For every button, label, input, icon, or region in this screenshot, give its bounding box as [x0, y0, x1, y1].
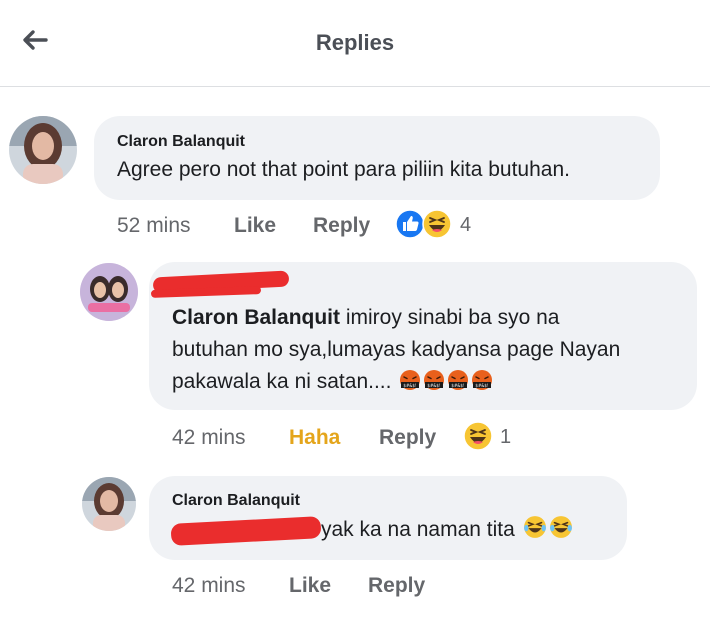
- emoji-label: $#&$!: [428, 383, 441, 388]
- reply-button[interactable]: Reply: [368, 574, 425, 598]
- comment-timestamp[interactable]: 42 mins: [172, 574, 246, 598]
- comment-text: Agree pero not that point para piliin ki…: [117, 158, 570, 181]
- comment-timestamp[interactable]: 52 mins: [117, 214, 191, 238]
- emoji-label: $#&$!: [404, 383, 417, 388]
- comment-bubble: Claron Balanquit imiroy sinabi ba syo na…: [149, 262, 697, 410]
- comment-timestamp[interactable]: 42 mins: [172, 426, 246, 450]
- reply-button[interactable]: Reply: [379, 426, 436, 450]
- cursing-emoji-icon: $#&$!: [472, 370, 493, 390]
- cursing-emoji-icon: $#&$!: [448, 370, 469, 390]
- comment-text: Claron Balanquit imiroy sinabi ba syo na: [172, 302, 559, 333]
- comment-author[interactable]: Claron Balanquit: [117, 133, 245, 151]
- haha-icon: [549, 516, 572, 538]
- comment-text-line: pakawala ka ni satan....: [172, 370, 392, 393]
- haha-button[interactable]: Haha: [289, 426, 340, 450]
- like-button[interactable]: Like: [234, 214, 276, 238]
- redaction-mark: [170, 516, 322, 546]
- cursing-emoji-icon: $#&$!: [424, 370, 445, 390]
- comment-text: yak ka na naman tita: [321, 514, 573, 545]
- comment-author[interactable]: Claron Balanquit: [172, 306, 340, 329]
- like-button[interactable]: Like: [289, 574, 331, 598]
- avatar[interactable]: [82, 477, 136, 531]
- replies-header: Replies: [0, 0, 710, 87]
- reaction-count[interactable]: 4: [460, 214, 471, 237]
- haha-icon: [422, 209, 452, 239]
- comment-text: pakawala ka ni satan.... $#&$! $#&$! $#&$!…: [172, 366, 493, 397]
- comment-text-line: imiroy sinabi ba syo na: [340, 306, 560, 329]
- reaction-count[interactable]: 1: [500, 426, 511, 449]
- like-icon: [395, 209, 425, 239]
- emoji-label: $#&$!: [452, 383, 465, 388]
- avatar[interactable]: [80, 263, 138, 321]
- comment-text-line: yak ka na naman tita: [321, 518, 515, 541]
- haha-icon: [523, 516, 546, 538]
- comment-bubble: Claron Balanquit yak ka na naman tita: [149, 476, 627, 560]
- reply-button[interactable]: Reply: [313, 214, 370, 238]
- avatar[interactable]: [9, 116, 77, 184]
- page-title: Replies: [315, 30, 395, 55]
- haha-icon: [463, 421, 493, 451]
- comment-author[interactable]: Claron Balanquit: [172, 492, 300, 510]
- comment-bubble: Claron Balanquit Agree pero not that poi…: [94, 116, 660, 200]
- emoji-label: $#&$!: [476, 383, 489, 388]
- comment-text-line: butuhan mo sya,lumayas kadyansa page Nay…: [172, 338, 621, 361]
- cursing-emoji-icon: $#&$!: [400, 370, 421, 390]
